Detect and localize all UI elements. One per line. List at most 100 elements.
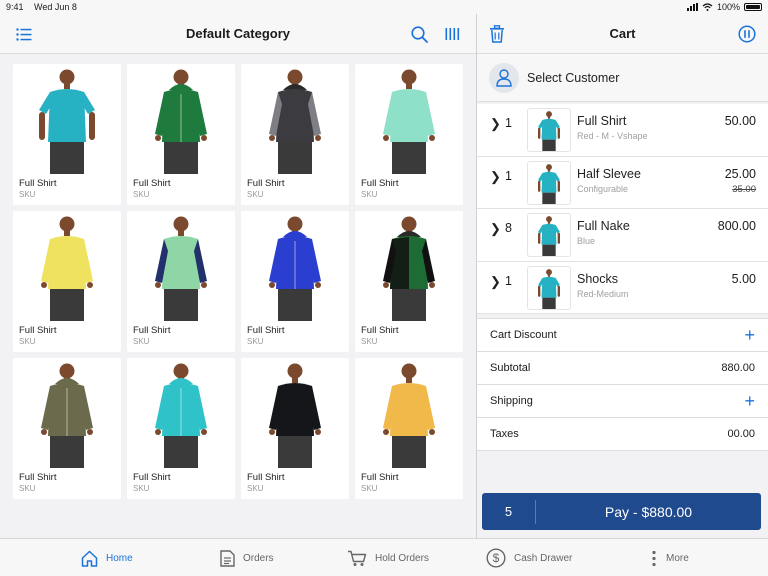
product-card[interactable]: Full Shirt SKU (355, 358, 463, 499)
product-sku: SKU (133, 484, 150, 493)
product-image (355, 358, 463, 470)
cart-item-variant: Configurable (577, 183, 629, 194)
cart-item-qty: 1 (505, 168, 512, 183)
product-card[interactable]: Full Shirt SKU (13, 64, 121, 205)
product-card[interactable]: Full Shirt SKU (127, 211, 235, 352)
tab-hold-orders-label: Hold Orders (375, 552, 429, 564)
product-sku: SKU (361, 190, 378, 199)
svg-text:$: $ (493, 551, 500, 565)
cart-discount-row[interactable]: Cart Discount + (477, 319, 768, 352)
cart-item-variant: Blue (577, 236, 596, 246)
cart-item-price: 25.00 (724, 166, 756, 181)
chevron-right-icon[interactable]: ❯ (490, 221, 501, 237)
product-card[interactable]: Full Shirt SKU (13, 211, 121, 352)
select-customer-row[interactable]: Select Customer (477, 54, 768, 102)
cart-item-name: Full Nake (577, 219, 630, 233)
product-name: Full Shirt (247, 178, 285, 189)
product-image (241, 358, 349, 470)
tab-orders-label: Orders (243, 552, 274, 564)
product-card[interactable]: Full Shirt SKU (127, 358, 235, 499)
barcode-icon[interactable] (444, 25, 462, 43)
product-sku: SKU (247, 484, 264, 493)
product-sku: SKU (19, 484, 36, 493)
chevron-right-icon[interactable]: ❯ (490, 274, 501, 290)
product-name: Full Shirt (133, 325, 171, 336)
cart-item[interactable]: ❯ 8 Full Nake Blue 800.00 (477, 209, 768, 262)
tab-home[interactable]: Home (81, 539, 133, 576)
tab-cash-drawer-label: Cash Drawer (514, 552, 573, 564)
product-card[interactable]: Full Shirt SKU (241, 211, 349, 352)
cart-item-qty: 1 (505, 273, 512, 288)
product-image (13, 358, 121, 470)
user-avatar-icon (489, 62, 519, 93)
tab-hold-orders[interactable]: Hold Orders (347, 539, 429, 576)
product-name: Full Shirt (361, 178, 399, 189)
battery-percent: 100% (716, 2, 740, 12)
tab-orders[interactable]: Orders (220, 539, 274, 576)
chevron-right-icon[interactable]: ❯ (490, 169, 501, 185)
home-icon (81, 550, 98, 567)
select-customer-label: Select Customer (527, 70, 620, 85)
cart-item[interactable]: ❯ 1 Shocks Red-Medium 5.00 (477, 262, 768, 314)
cart-item-price: 800.00 (717, 219, 756, 233)
product-card[interactable]: Full Shirt SKU (241, 358, 349, 499)
status-bar: 9:41 Wed Jun 8 100% (0, 0, 768, 14)
more-icon (652, 550, 656, 566)
product-name: Full Shirt (19, 178, 57, 189)
product-image (13, 64, 121, 176)
subtotal-row: Subtotal 880.00 (477, 352, 768, 385)
product-name: Full Shirt (133, 472, 171, 483)
product-image (127, 358, 235, 470)
cart-item-name: Half Slevee (577, 166, 641, 181)
product-panel: Default Category Full Shirt SKU Full Shirt… (0, 14, 476, 538)
product-sku: SKU (133, 337, 150, 346)
pay-item-count: 5 (482, 499, 536, 524)
chevron-right-icon[interactable]: ❯ (490, 116, 501, 132)
cart-item[interactable]: ❯ 1 Half Slevee Configurable 25.00 35.00 (477, 157, 768, 209)
product-sku: SKU (19, 190, 36, 199)
product-card[interactable]: Full Shirt SKU (127, 64, 235, 205)
cart-title: Cart (609, 26, 636, 41)
product-header: Default Category (0, 14, 476, 54)
cart-item-name: Full Shirt (577, 114, 627, 128)
cart-item-name: Shocks (577, 271, 618, 286)
bottom-tab-bar: Home Orders Hold Orders $ Cash Drawer Mo… (0, 538, 768, 576)
status-date: Wed Jun 8 (34, 2, 77, 12)
product-name: Full Shirt (133, 178, 171, 189)
search-icon[interactable] (410, 25, 428, 43)
cart-header: Cart (477, 14, 768, 54)
taxes-value: 00.00 (727, 428, 755, 440)
product-name: Full Shirt (361, 472, 399, 483)
pay-button[interactable]: 5 Pay - $880.00 (482, 493, 761, 530)
product-sku: SKU (19, 337, 36, 346)
add-discount-plus-icon[interactable]: + (744, 326, 755, 344)
product-card[interactable]: Full Shirt SKU (355, 211, 463, 352)
cart-discount-label: Cart Discount (490, 329, 557, 341)
product-name: Full Shirt (247, 472, 285, 483)
document-icon (220, 549, 235, 567)
subtotal-value: 880.00 (721, 362, 755, 374)
trash-icon[interactable] (489, 25, 505, 48)
product-image (355, 211, 463, 323)
hold-pause-icon[interactable] (738, 25, 756, 48)
product-card[interactable]: Full Shirt SKU (13, 358, 121, 499)
product-image (241, 211, 349, 323)
taxes-label: Taxes (490, 428, 519, 440)
tab-cash-drawer[interactable]: $ Cash Drawer (486, 539, 572, 576)
cart-item-variant: Red-Medium (577, 288, 629, 299)
cart-item-price: 5.00 (731, 271, 756, 286)
shipping-row[interactable]: Shipping + (477, 385, 768, 418)
dollar-icon: $ (486, 548, 506, 568)
cart-item-old-price: 35.00 (732, 183, 756, 195)
product-card[interactable]: Full Shirt SKU (355, 64, 463, 205)
menu-icon[interactable] (15, 25, 33, 43)
cart-item-thumbnail (527, 108, 571, 152)
product-image (13, 211, 121, 323)
add-shipping-plus-icon[interactable]: + (744, 392, 755, 410)
status-time: 9:41 (6, 2, 24, 12)
product-card[interactable]: Full Shirt SKU (241, 64, 349, 205)
cart-item-qty: 1 (505, 116, 512, 130)
cart-item[interactable]: ❯ 1 Full Shirt Red - M - Vshape 50.00 (477, 104, 768, 157)
tab-more[interactable]: More (650, 539, 689, 576)
product-sku: SKU (133, 190, 150, 199)
